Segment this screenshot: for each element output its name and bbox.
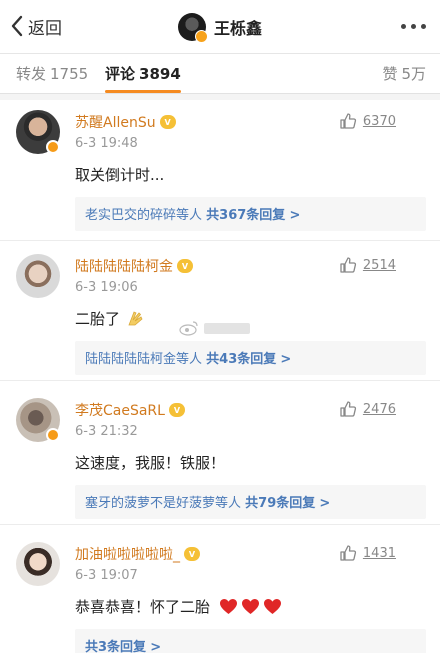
comment-time: 6-3 19:07 [75,568,138,583]
comment-username[interactable]: 李茂CaeSaRL [75,400,165,420]
tab-like-label: 赞 [382,65,398,83]
comment-item: 加油啦啦啦啦啦_ V 6-3 19:07 1431 恭喜恭喜！怀了二胎 共3条回… [0,534,440,653]
comment-text-block: 二胎了 [75,308,145,329]
reply-total: 共43条回复 [206,352,277,367]
verified-badge-icon [46,428,60,442]
comment-item: 苏醒AllenSu V 6-3 19:48 6370 取关倒计时... 老实巴交… [0,102,440,240]
chevron-left-icon [11,15,23,37]
comment-time: 6-3 19:48 [75,136,138,151]
tab-repost[interactable]: 转发 1755 [16,63,88,84]
comment-username[interactable]: 苏醒AllenSu [75,112,156,132]
comment-text: 取关倒计时... [75,166,165,184]
comment-item: 李茂CaeSaRL V 6-3 21:32 2476 这速度，我服！铁服！ 塞牙… [0,390,440,524]
comment-text: 这速度，我服！铁服！ [75,454,226,472]
chevron-right-icon: > [289,208,301,223]
verified-badge-icon [46,140,60,154]
hearts-group [219,598,282,615]
comment-header: 陆陆陆陆陆柯金 V [75,256,193,276]
comment-time: 6-3 21:32 [75,424,138,439]
divider [0,240,440,241]
comment-text: 二胎了 [75,310,121,328]
avatar[interactable] [16,110,60,154]
back-button[interactable]: 返回 [10,13,62,39]
divider [0,94,440,100]
weibo-watermark [178,320,250,336]
reply-total: 共367条回复 [206,208,286,223]
reply-users: 陆陆陆陆陆柯金等人 [85,352,203,367]
tab-comment-label: 评论 [105,65,136,83]
tab-comment-count: 3894 [139,65,181,83]
reply-total: 共79条回复 [245,496,316,511]
reply-total: 共3条回复 [85,640,147,653]
comment-text-block: 恭喜恭喜！怀了二胎 [75,596,282,617]
replies-link[interactable]: 塞牙的菠萝不是好菠萝等人 共79条回复 > [75,485,426,519]
comment-header: 苏醒AllenSu V [75,112,176,132]
like-count: 2476 [362,401,396,417]
replies-link[interactable]: 老实巴交的碎碎等人 共367条回复 > [75,197,426,231]
avatar[interactable] [16,398,60,442]
tab-like-count: 5万 [401,65,426,83]
avatar[interactable] [16,254,60,298]
like-count: 1431 [362,545,396,561]
comment-header: 李茂CaeSaRL V [75,400,185,420]
avatar[interactable] [16,542,60,586]
author-avatar[interactable] [178,13,208,43]
like-button[interactable]: 2514 [339,256,396,274]
vip-badge-icon: V [168,403,185,417]
chevron-right-icon: > [280,352,292,367]
like-button[interactable]: 1431 [339,544,396,562]
thumbs-up-icon [340,257,356,273]
heart-icon [241,598,259,615]
like-button[interactable]: 2476 [339,400,396,418]
author-name: 王栎鑫 [214,19,263,38]
comment-username[interactable]: 加油啦啦啦啦啦_ [75,544,180,564]
divider [0,380,440,381]
replies-link[interactable]: 陆陆陆陆陆柯金等人 共43条回复 > [75,341,426,375]
comment-item: 陆陆陆陆陆柯金 V 6-3 19:06 2514 二胎了 陆陆陆陆陆柯金等人 共… [0,246,440,380]
tab-repost-label: 转发 [16,65,47,83]
post-author[interactable]: 王栎鑫 [178,11,262,43]
top-nav-bar: 返回 王栎鑫 [0,0,440,54]
weibo-logo-icon [179,321,198,336]
divider [0,524,440,525]
post-tabs: 转发 1755 评论 3894 赞 5万 [0,54,440,94]
chevron-right-icon: > [150,640,162,653]
comment-header: 加油啦啦啦啦啦_ V [75,544,200,564]
vip-badge-icon: V [159,115,176,129]
replies-link[interactable]: 共3条回复 > [75,629,426,653]
vip-badge-icon: V [184,547,200,561]
vip-badge-icon: V [177,259,193,273]
comment-username[interactable]: 陆陆陆陆陆柯金 [75,256,173,276]
more-dots-icon[interactable] [401,16,426,36]
chevron-right-icon: > [319,496,331,511]
reply-users: 塞牙的菠萝不是好菠萝等人 [85,496,242,511]
like-count: 2514 [362,257,396,273]
like-button[interactable]: 6370 [339,112,396,130]
like-count: 6370 [362,113,396,129]
thumbs-up-icon [340,545,356,561]
tab-repost-count: 1755 [50,65,89,83]
thumbs-up-icon [340,113,356,129]
clap-icon [128,311,143,326]
heart-icon [219,598,237,615]
tab-comment[interactable]: 评论 3894 [105,63,181,93]
tab-like[interactable]: 赞 5万 [382,63,426,84]
comment-text: 恭喜恭喜！怀了二胎 [75,598,211,616]
heart-icon [263,598,281,615]
reply-users: 老实巴交的碎碎等人 [85,208,203,223]
thumbs-up-icon [340,401,356,417]
back-label: 返回 [28,18,62,39]
comment-time: 6-3 19:06 [75,280,138,295]
